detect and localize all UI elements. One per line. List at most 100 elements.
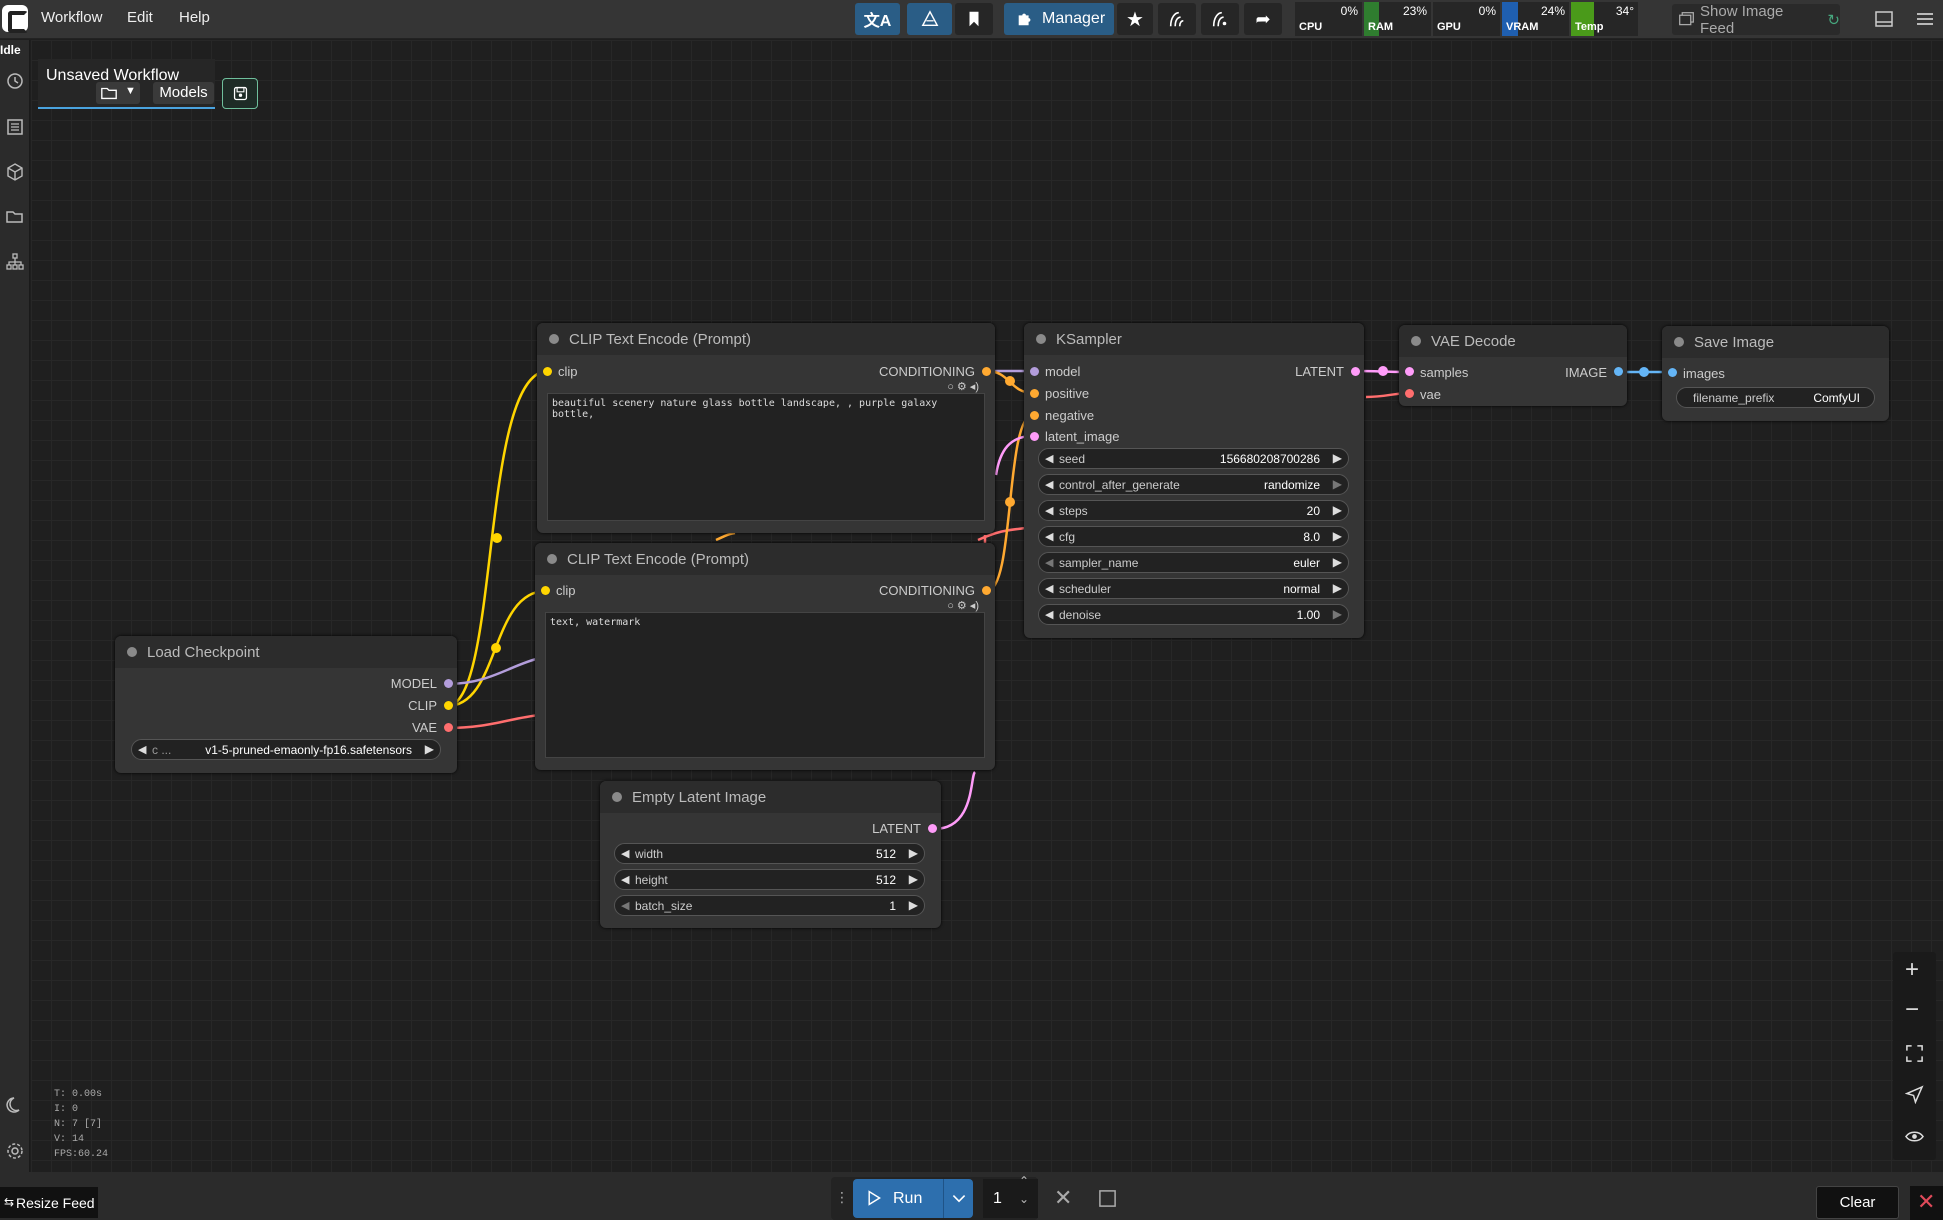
input-slot-clip[interactable] bbox=[541, 586, 550, 595]
batch-count-input[interactable]: 1 ⌃ ⌄ bbox=[983, 1174, 1038, 1218]
collapse-dot[interactable] bbox=[549, 334, 559, 344]
hamburger-menu-icon[interactable] bbox=[1915, 9, 1935, 29]
widget-scheduler[interactable]: ◀ scheduler normal ▶ bbox=[1038, 578, 1349, 599]
input-slot-positive[interactable] bbox=[1030, 389, 1039, 398]
node-header[interactable]: Empty Latent Image bbox=[600, 781, 941, 813]
bookmark-button[interactable] bbox=[955, 3, 993, 35]
widget-toggle-icons[interactable]: ○ ⚙ ◂) bbox=[947, 599, 979, 612]
run-mode-dropdown[interactable] bbox=[943, 1179, 973, 1218]
decrement-arrow-icon[interactable]: ◀ bbox=[1045, 452, 1053, 465]
collapse-dot[interactable] bbox=[1411, 336, 1421, 346]
output-slot-conditioning[interactable] bbox=[982, 586, 991, 595]
output-slot-vae[interactable] bbox=[444, 723, 453, 732]
increment-arrow-icon[interactable]: ▶ bbox=[1333, 451, 1342, 465]
zoom-in-icon[interactable]: + bbox=[1905, 956, 1919, 984]
sitemap-icon[interactable] bbox=[5, 252, 25, 272]
node-header[interactable]: Load Checkpoint bbox=[115, 636, 457, 668]
widget-steps[interactable]: ◀ steps 20 ▶ bbox=[1038, 500, 1349, 521]
history-icon[interactable] bbox=[5, 71, 25, 91]
queue-list-icon[interactable] bbox=[5, 117, 25, 137]
folder-open-icon[interactable] bbox=[5, 207, 25, 227]
redirect-button[interactable]: ➦ bbox=[1244, 3, 1282, 35]
widget-toggle-icons[interactable]: ○ ⚙ ◂) bbox=[947, 380, 979, 393]
stepper-icon[interactable]: ⌃ ⌄ bbox=[1019, 1172, 1029, 1208]
output-slot-image[interactable] bbox=[1614, 367, 1623, 376]
widget-denoise[interactable]: ◀ denoise 1.00 ▶ bbox=[1038, 604, 1349, 625]
node-ksampler[interactable]: KSampler model positive negative latent_… bbox=[1024, 323, 1364, 638]
decrement-arrow-icon[interactable]: ◀ bbox=[621, 847, 629, 860]
node-vae-decode[interactable]: VAE Decode samples vae IMAGE bbox=[1399, 325, 1627, 406]
close-feed-button[interactable]: ✕ bbox=[1910, 1186, 1943, 1220]
prompt-textarea[interactable]: beautiful scenery nature glass bottle la… bbox=[547, 393, 985, 521]
panel-toggle-icon[interactable] bbox=[1874, 9, 1894, 29]
node-clip-text-encode-positive[interactable]: CLIP Text Encode (Prompt) clip CONDITION… bbox=[537, 323, 995, 533]
output-slot-latent[interactable] bbox=[1351, 367, 1360, 376]
workflow-share-button[interactable] bbox=[1201, 3, 1239, 35]
decrement-arrow-icon[interactable]: ◀ bbox=[138, 743, 146, 756]
decrement-arrow-icon[interactable]: ◀ bbox=[1045, 478, 1053, 491]
resize-feed-button[interactable]: ⇆ Resize Feed bbox=[0, 1187, 98, 1218]
decrement-arrow-icon[interactable]: ◀ bbox=[1045, 556, 1053, 569]
stop-icon[interactable] bbox=[1098, 1189, 1117, 1208]
folder-dropdown[interactable]: ▼ bbox=[96, 82, 140, 104]
eye-icon[interactable] bbox=[1905, 1127, 1924, 1146]
show-image-feed-button[interactable]: Show Image Feed ↻ bbox=[1672, 3, 1840, 37]
menu-workflow[interactable]: Workflow bbox=[41, 9, 102, 26]
node-clip-text-encode-negative[interactable]: CLIP Text Encode (Prompt) clip CONDITION… bbox=[535, 543, 995, 770]
input-slot-samples[interactable] bbox=[1405, 367, 1414, 376]
comfyui-logo[interactable] bbox=[2, 5, 28, 33]
increment-arrow-icon[interactable]: ▶ bbox=[909, 898, 918, 912]
cube-icon[interactable] bbox=[5, 162, 25, 182]
output-slot-clip[interactable] bbox=[444, 701, 453, 710]
prompt-textarea[interactable]: text, watermark bbox=[545, 612, 985, 758]
fit-view-icon[interactable] bbox=[1905, 1044, 1924, 1063]
manager-button[interactable]: Manager bbox=[1004, 3, 1114, 35]
input-slot-model[interactable] bbox=[1030, 367, 1039, 376]
widget-batch-size[interactable]: ◀ batch_size 1 ▶ bbox=[614, 895, 925, 916]
widget-filename-prefix[interactable]: filename_prefix ComfyUI bbox=[1676, 387, 1875, 408]
input-slot-images[interactable] bbox=[1668, 368, 1677, 377]
increment-arrow-icon[interactable]: ▶ bbox=[909, 846, 918, 860]
increment-arrow-icon[interactable]: ▶ bbox=[1333, 529, 1342, 543]
widget-cfg[interactable]: ◀ cfg 8.0 ▶ bbox=[1038, 526, 1349, 547]
menu-help[interactable]: Help bbox=[179, 9, 210, 26]
increment-arrow-icon[interactable]: ▶ bbox=[1333, 477, 1342, 491]
node-library-button[interactable] bbox=[907, 3, 952, 35]
widget-height[interactable]: ◀ height 512 ▶ bbox=[614, 869, 925, 890]
widget-width[interactable]: ◀ width 512 ▶ bbox=[614, 843, 925, 864]
node-header[interactable]: CLIP Text Encode (Prompt) bbox=[535, 543, 995, 575]
input-slot-negative[interactable] bbox=[1030, 411, 1039, 420]
save-workflow-button[interactable] bbox=[222, 78, 258, 109]
node-save-image[interactable]: Save Image images filename_prefix ComfyUI bbox=[1662, 326, 1889, 421]
decrement-arrow-icon[interactable]: ◀ bbox=[1045, 582, 1053, 595]
node-header[interactable]: KSampler bbox=[1024, 323, 1364, 355]
share-workflow-button[interactable] bbox=[1158, 3, 1196, 35]
increment-arrow-icon[interactable]: ▶ bbox=[1333, 581, 1342, 595]
run-button[interactable]: Run bbox=[853, 1179, 943, 1218]
collapse-dot[interactable] bbox=[547, 554, 557, 564]
translate-button[interactable]: 文A bbox=[855, 3, 900, 35]
widget-ckpt-name[interactable]: ◀ c ... v1-5-pruned-emaonly-fp16.safetenso… bbox=[131, 739, 441, 760]
collapse-dot[interactable] bbox=[612, 792, 622, 802]
decrement-arrow-icon[interactable]: ◀ bbox=[1045, 504, 1053, 517]
widget-seed[interactable]: ◀ seed 156680208700286 ▶ bbox=[1038, 448, 1349, 469]
clear-feed-button[interactable]: Clear bbox=[1816, 1186, 1899, 1219]
collapse-dot[interactable] bbox=[1036, 334, 1046, 344]
increment-arrow-icon[interactable]: ▶ bbox=[909, 872, 918, 886]
node-header[interactable]: VAE Decode bbox=[1399, 325, 1627, 357]
zoom-out-icon[interactable]: − bbox=[1905, 996, 1919, 1024]
collapse-dot[interactable] bbox=[127, 647, 137, 657]
increment-arrow-icon[interactable]: ▶ bbox=[1333, 607, 1342, 621]
widget-sampler-name[interactable]: ◀ sampler_name euler ▶ bbox=[1038, 552, 1349, 573]
decrement-arrow-icon[interactable]: ◀ bbox=[1045, 530, 1053, 543]
output-slot-conditioning[interactable] bbox=[982, 367, 991, 376]
increment-arrow-icon[interactable]: ▶ bbox=[1333, 503, 1342, 517]
cancel-icon[interactable]: ✕ bbox=[1054, 1185, 1072, 1211]
menu-edit[interactable]: Edit bbox=[127, 9, 153, 26]
node-header[interactable]: Save Image bbox=[1662, 326, 1889, 358]
star-button[interactable]: ★ bbox=[1117, 3, 1153, 35]
decrement-arrow-icon[interactable]: ◀ bbox=[621, 873, 629, 886]
output-slot-latent[interactable] bbox=[928, 824, 937, 833]
decrement-arrow-icon[interactable]: ◀ bbox=[621, 899, 629, 912]
settings-gear-icon[interactable] bbox=[5, 1141, 25, 1161]
